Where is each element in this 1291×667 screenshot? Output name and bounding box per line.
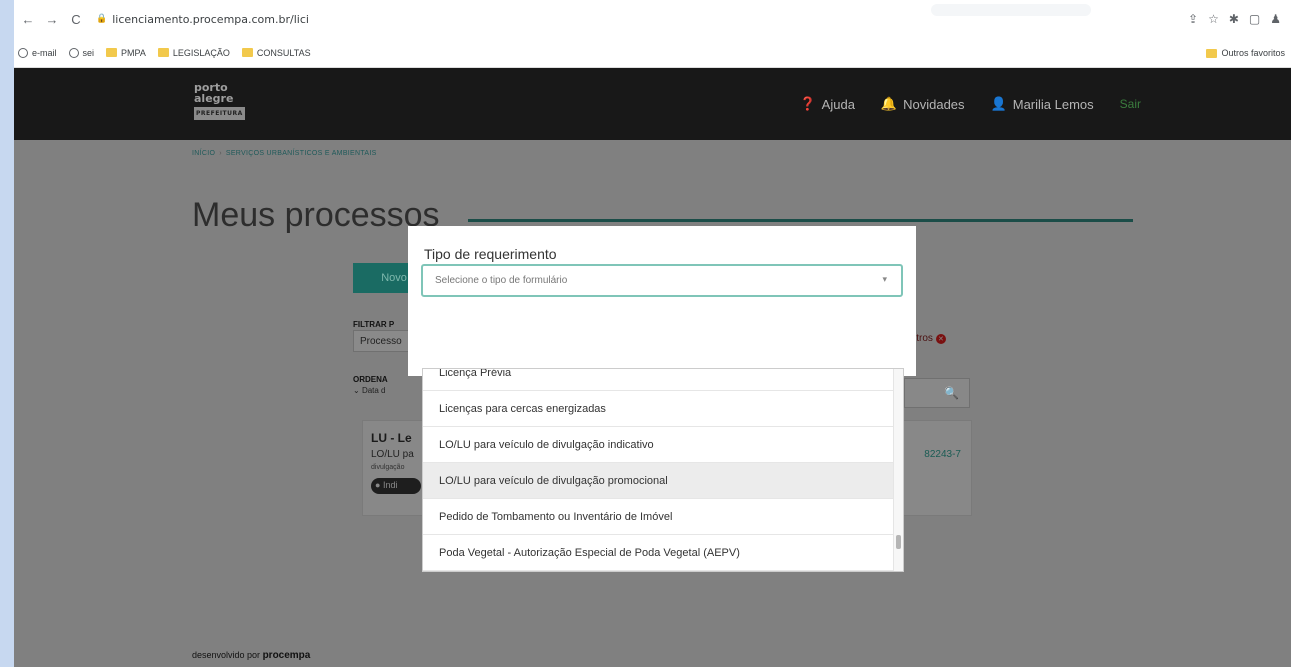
- dropdown-option[interactable]: Poda Vegetal - Autorização Especial de P…: [423, 535, 895, 571]
- bookmark-other[interactable]: Outros favoritos: [1206, 38, 1285, 68]
- process-subtitle-2: divulgação: [371, 464, 405, 471]
- prefeitura-logo[interactable]: porto alegre PREFEITURA: [194, 82, 266, 122]
- puzzle-icon[interactable]: ✱: [1229, 12, 1239, 26]
- globe-icon: [18, 47, 28, 58]
- profile-icon[interactable]: ♟: [1270, 12, 1281, 26]
- browser-window: ← → C 🔒 licenciamento.procempa.com.br/li…: [14, 0, 1291, 667]
- reload-icon[interactable]: C: [66, 9, 86, 29]
- bookmarks-bar: e-mail sei PMPA LEGISLAÇÃO CONSULTAS Out…: [14, 38, 1291, 68]
- browser-toolbar: ← → C 🔒 licenciamento.procempa.com.br/li…: [14, 0, 1291, 38]
- lock-icon: 🔒: [96, 14, 108, 24]
- folder-icon: [241, 48, 253, 57]
- form-type-dropdown: Licença Prévia Licenças para cercas ener…: [422, 368, 904, 572]
- process-subtitle: LO/LU pa: [371, 449, 414, 460]
- back-icon[interactable]: ←: [18, 9, 38, 29]
- help-circle-icon: ❓: [799, 96, 816, 111]
- order-label: ORDENA: [353, 375, 388, 384]
- chevron-down-icon[interactable]: ▾: [882, 274, 887, 285]
- select-placeholder: Selecione o tipo de formulário: [435, 275, 568, 286]
- title-rule: [468, 219, 1133, 222]
- user-icon: 👤: [990, 96, 1007, 111]
- logout-link[interactable]: Sair: [1120, 97, 1141, 111]
- dropdown-option[interactable]: LO/LU para veículo de divulgação indicat…: [423, 427, 895, 463]
- globe-icon: [68, 47, 79, 58]
- bell-icon: 🔔: [880, 96, 898, 111]
- bookmark-pmpa[interactable]: PMPA: [106, 48, 146, 58]
- share-icon[interactable]: ⇪: [1188, 12, 1198, 26]
- forward-icon[interactable]: →: [42, 9, 62, 29]
- folder-icon: [1206, 48, 1218, 58]
- order-select[interactable]: ⌄ Data d: [353, 386, 386, 395]
- breadcrumb-current: SERVIÇOS URBANÍSTICOS E AMBIENTAIS: [225, 150, 377, 157]
- search-input[interactable]: 🔍: [904, 378, 970, 408]
- star-icon[interactable]: ☆: [1208, 12, 1219, 26]
- site-header: porto alegre PREFEITURA ❓ Ajuda 🔔 Novidade…: [14, 68, 1291, 140]
- filter-label: FILTRAR P: [353, 320, 395, 329]
- clear-filters-link[interactable]: ltros ✕: [914, 333, 946, 344]
- folder-icon: [157, 48, 169, 57]
- breadcrumb: INÍCIO › SERVIÇOS URBANÍSTICOS E AMBIENTAI…: [192, 150, 377, 157]
- breadcrumb-home[interactable]: INÍCIO: [192, 150, 215, 157]
- close-circle-icon: ✕: [935, 333, 946, 344]
- modal-label: Tipo de requerimento: [424, 246, 557, 262]
- status-badge: ● Indi: [371, 478, 421, 494]
- scrollbar-thumb[interactable]: [896, 535, 901, 549]
- omnibox-suggestion: [931, 4, 1091, 16]
- dropdown-option[interactable]: Licença Prévia: [423, 369, 895, 391]
- header-nav: ❓ Ajuda 🔔 Novidades 👤 Marilia Lemos Sair: [799, 68, 1141, 140]
- dropdown-scrollbar[interactable]: [893, 369, 903, 571]
- url-text: licenciamento.procempa.com.br/lici: [112, 12, 309, 26]
- breadcrumb-separator: ›: [219, 150, 222, 157]
- bookmark-sei[interactable]: sei: [68, 47, 94, 58]
- bookmark-legislacao[interactable]: LEGISLAÇÃO: [157, 48, 230, 58]
- sidepanel-icon[interactable]: ▢: [1249, 12, 1260, 26]
- search-icon[interactable]: 🔍: [944, 386, 959, 400]
- footer-credit: desenvolvido por procempa: [192, 650, 311, 661]
- page-title: Meus processos: [192, 196, 440, 234]
- process-number[interactable]: 82243-7: [924, 449, 961, 460]
- extensions-bar: ⇪ ☆ ✱ ▢ ♟: [1188, 0, 1291, 38]
- form-type-select[interactable]: Selecione o tipo de formulário ▾: [421, 264, 903, 297]
- folder-icon: [106, 48, 118, 57]
- dropdown-option[interactable]: Licenças para cercas energizadas: [423, 391, 895, 427]
- bookmark-consultas[interactable]: CONSULTAS: [241, 48, 311, 58]
- process-title: LU - Le: [371, 431, 412, 445]
- nav-user[interactable]: 👤 Marilia Lemos: [991, 96, 1094, 112]
- address-bar[interactable]: 🔒 licenciamento.procempa.com.br/lici: [96, 13, 309, 26]
- bookmark-email[interactable]: e-mail: [18, 47, 57, 58]
- dropdown-option-highlighted[interactable]: LO/LU para veículo de divulgação promoci…: [423, 463, 895, 499]
- dropdown-option[interactable]: Pedido de Tombamento ou Inventário de Im…: [423, 499, 895, 535]
- requirement-modal: Tipo de requerimento Selecione o tipo de…: [408, 226, 916, 376]
- nav-news[interactable]: 🔔 Novidades: [881, 96, 965, 112]
- nav-help[interactable]: ❓ Ajuda: [799, 96, 854, 112]
